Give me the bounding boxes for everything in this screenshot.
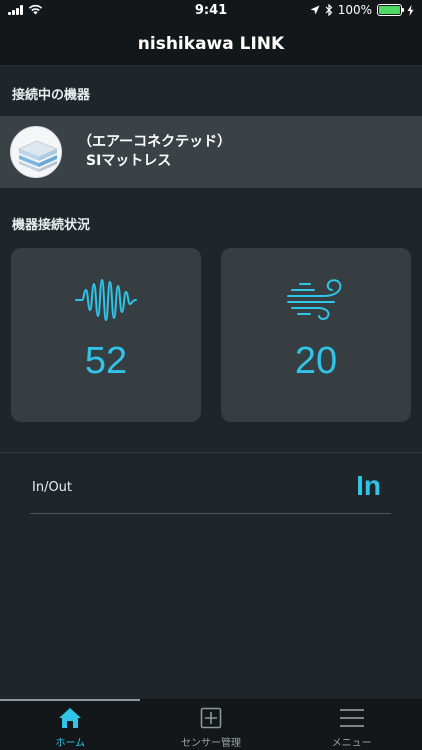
status-section-header: 機器接続状況 — [12, 218, 91, 233]
plus-square-icon — [200, 707, 222, 729]
tab-home[interactable]: ホーム — [0, 699, 141, 750]
breath-value: 20 — [294, 340, 338, 382]
battery-icon — [377, 4, 404, 16]
inout-row: In/Out In — [30, 470, 391, 514]
heartbeat-value: 52 — [84, 340, 128, 382]
tab-menu[interactable]: メニュー — [281, 699, 422, 750]
status-bar: 9:41 100% — [0, 0, 422, 22]
tab-home-label: ホーム — [55, 738, 86, 749]
tab-sensor-management-label: センサー管理 — [181, 738, 241, 749]
menu-icon — [339, 709, 364, 727]
tab-sensor-management[interactable]: センサー管理 — [141, 699, 282, 750]
tab-menu-label: メニュー — [331, 738, 372, 749]
bluetooth-icon — [325, 4, 333, 16]
device-name-line1: （エアーコネクテッド） — [78, 134, 232, 150]
waveform-icon — [75, 279, 137, 321]
app-screen: 9:41 100% nishikawa LINK 接続中の機器 （エアーコネクテ… — [0, 0, 422, 750]
breath-card: 20 — [221, 248, 411, 422]
inout-label: In/Out — [32, 480, 73, 495]
wind-icon — [287, 279, 342, 320]
home-icon — [59, 708, 82, 728]
battery-percent: 100% — [337, 3, 372, 17]
connected-section-header: 接続中の機器 — [12, 88, 91, 103]
charging-bolt-icon — [407, 4, 414, 16]
location-arrow-icon — [310, 5, 320, 15]
section-divider — [0, 452, 422, 453]
connected-device-row[interactable]: （エアーコネクテッド） SIマットレス — [0, 116, 422, 188]
inout-value: In — [356, 470, 381, 501]
mattress-thumbnail — [10, 126, 62, 178]
device-name-line2: SIマットレス — [86, 153, 172, 169]
nav-title: nishikawa LINK — [0, 22, 422, 66]
heartbeat-card: 52 — [11, 248, 201, 422]
tab-bar: ホーム センサー管理 メニュー — [0, 699, 422, 750]
